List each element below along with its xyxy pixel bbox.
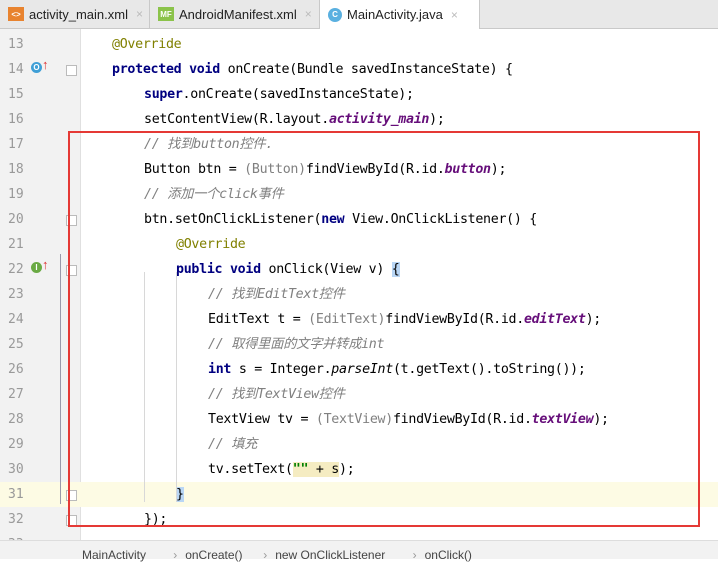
line-number: 24 <box>8 312 24 327</box>
line-number: 25 <box>8 337 24 352</box>
manifest-icon: MF <box>158 7 174 21</box>
breadcrumb-separator: › <box>263 548 268 562</box>
line-number: 27 <box>8 387 24 402</box>
java-class-icon: C <box>328 7 342 22</box>
line-number: 22 <box>8 262 24 277</box>
arrow-up-icon[interactable]: ↑ <box>42 257 49 272</box>
code-text: setContentView(R.layout.activity_main); <box>144 107 445 132</box>
code-text: @Override <box>112 32 182 57</box>
override-method-icon[interactable]: O <box>31 62 42 73</box>
line-number: 16 <box>8 112 24 127</box>
code-line: 13 @Override <box>0 32 718 57</box>
editor-tabs: <> activity_main.xml × MF AndroidManifest.xm… <box>0 0 718 29</box>
code-token: super <box>144 87 183 102</box>
line-number: 26 <box>8 362 24 377</box>
arrow-up-icon[interactable]: ↑ <box>42 57 49 72</box>
line-number: 15 <box>8 87 24 102</box>
highlight-annotation-box <box>68 131 700 527</box>
line-number: 23 <box>8 287 24 302</box>
close-icon[interactable]: × <box>305 7 312 21</box>
close-icon[interactable]: × <box>451 8 458 22</box>
scope-line <box>60 254 61 504</box>
code-token: void <box>189 62 220 77</box>
line-number: 14 <box>8 62 24 77</box>
code-token: .onCreate(savedInstanceState); <box>182 87 414 102</box>
tab-label: activity_main.xml <box>29 6 128 22</box>
code-text: protected void onCreate(Bundle savedInst… <box>112 57 513 82</box>
breadcrumb-item[interactable]: onClick() <box>425 541 472 569</box>
code-token: activity_main <box>328 112 430 127</box>
code-line: 16 setContentView(R.layout.activity_main)… <box>0 107 718 132</box>
line-number: 21 <box>8 237 24 252</box>
tab-activity-main-xml[interactable]: <> activity_main.xml × <box>0 0 150 28</box>
breadcrumb-item[interactable]: new OnClickListener <box>275 541 385 569</box>
close-icon[interactable]: × <box>136 7 143 21</box>
tab-mainactivity-java[interactable]: C MainActivity.java × <box>320 0 480 29</box>
line-number: 31 <box>8 487 24 502</box>
line-number: 29 <box>8 437 24 452</box>
tab-androidmanifest-xml[interactable]: MF AndroidManifest.xml × <box>150 0 320 28</box>
breadcrumb-item[interactable]: MainActivity <box>82 541 146 569</box>
line-number: 32 <box>8 512 24 527</box>
line-number: 28 <box>8 412 24 427</box>
breadcrumb-item[interactable]: onCreate() <box>185 541 242 569</box>
code-token: setContentView(R.layout. <box>144 112 329 127</box>
breadcrumb-separator: › <box>173 548 178 562</box>
code-token: ); <box>429 112 445 127</box>
code-token: @Override <box>112 37 182 52</box>
tab-label: AndroidManifest.xml <box>179 6 297 22</box>
tab-label: MainActivity.java <box>347 7 443 22</box>
code-line: 14 protected void onCreate(Bundle savedIn… <box>0 57 718 82</box>
code-text: super.onCreate(savedInstanceState); <box>144 82 414 107</box>
implements-method-icon[interactable]: I <box>31 262 42 273</box>
line-number: 30 <box>8 462 24 477</box>
code-line: 15 super.onCreate(savedInstanceState); <box>0 82 718 107</box>
code-token: protected <box>112 62 182 77</box>
line-number: 20 <box>8 212 24 227</box>
line-number: 19 <box>8 187 24 202</box>
breadcrumb-separator: › <box>412 548 417 562</box>
xml-layout-icon: <> <box>8 7 24 21</box>
line-number: 18 <box>8 162 24 177</box>
line-number: 17 <box>8 137 24 152</box>
breadcrumb: MainActivity › onCreate() › new OnClickListe… <box>0 540 718 562</box>
line-number: 13 <box>8 37 24 52</box>
code-token: onCreate(Bundle savedInstanceState) { <box>219 62 513 77</box>
fold-marker-icon[interactable] <box>66 65 77 76</box>
